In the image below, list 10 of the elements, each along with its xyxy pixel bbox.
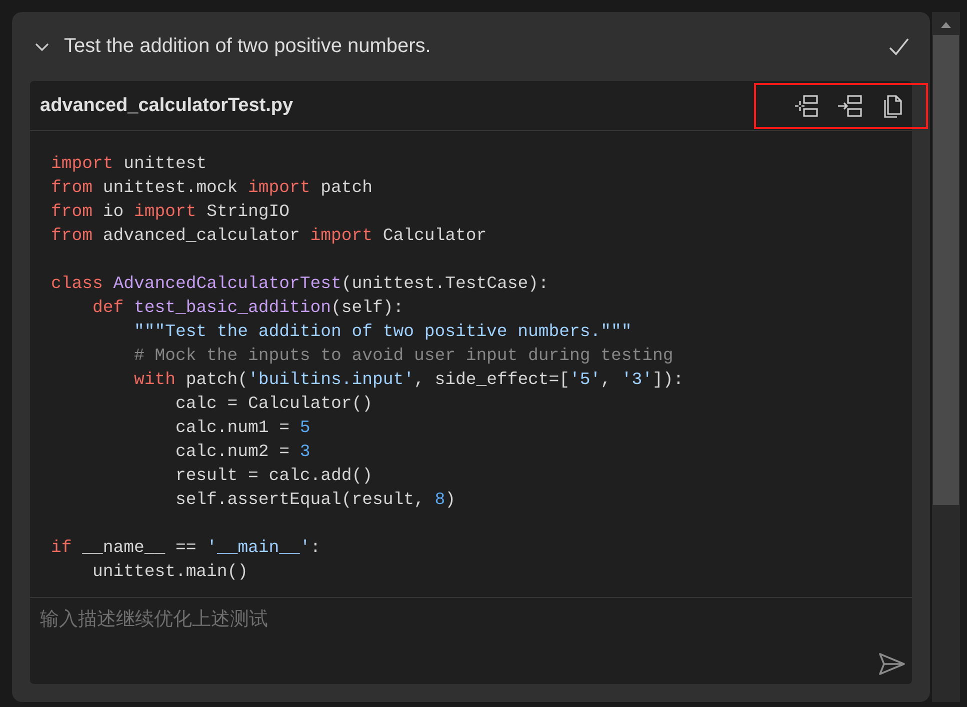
scroll-up-icon[interactable] xyxy=(941,21,951,29)
test-title: Test the addition of two positive numbers. xyxy=(64,35,432,58)
send-icon[interactable] xyxy=(878,652,906,676)
insert-sparkle-icon[interactable] xyxy=(792,92,820,118)
prompt-input-field[interactable]: 输入描述继续优化上述测试 xyxy=(40,608,816,630)
insert-arrow-icon[interactable] xyxy=(836,92,864,118)
code-text: import unittest from unittest.mock import patch from io import StringIO from advanced_calculator import Calculator class AdvancedCalculatorTest(unittest.TestCase): def test_basic_addition(self): """Test the addition of two positive numbers.""" # Mock the inputs to avoid user input during testing with patch('builtins.input', side_effect=['5', '3']): calc = Calculator() calc.num1 = 5 calc.num2 = 3 result = calc.add() self.assertEqual(result, 8) if __name__ == '__main__': unittest.main() xyxy=(50,154,685,584)
scrollbar[interactable] xyxy=(932,12,960,702)
file-name: advanced_calculatorTest.py xyxy=(40,94,294,116)
scrollbar-thumb[interactable] xyxy=(933,35,959,505)
